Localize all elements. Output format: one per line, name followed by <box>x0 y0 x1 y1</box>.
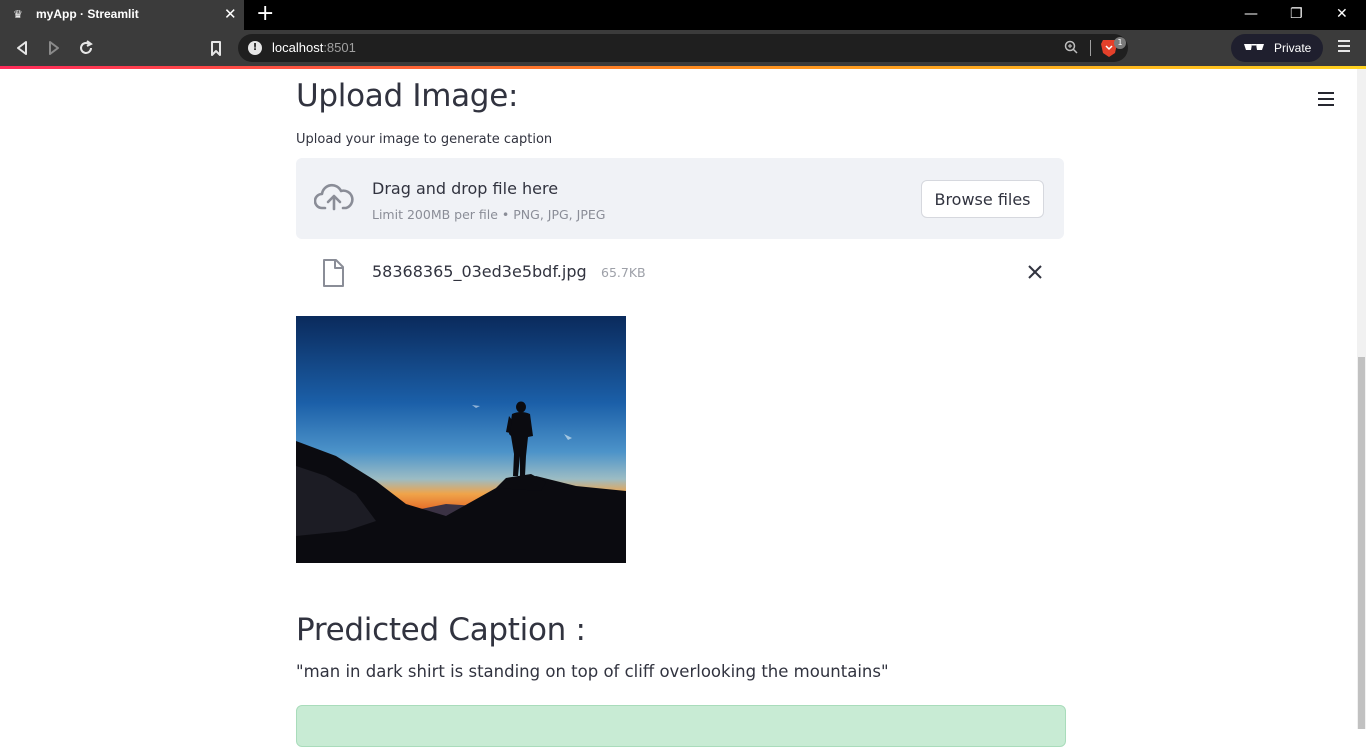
address-separator <box>1090 40 1091 56</box>
bookmark-icon[interactable] <box>207 39 225 57</box>
minimize-icon[interactable]: — <box>1244 6 1258 22</box>
reload-icon[interactable] <box>77 39 95 57</box>
browser-menu-icon[interactable] <box>1338 40 1350 54</box>
tab-title: myApp · Streamlit <box>36 7 139 21</box>
url-host: localhost <box>272 40 324 55</box>
page-scrollbar[interactable] <box>1357 69 1366 729</box>
back-icon[interactable] <box>13 39 31 57</box>
streamlit-crown-icon: ♛ <box>13 8 23 21</box>
upload-heading: Upload Image: <box>296 78 519 114</box>
restore-icon[interactable]: ❐ <box>1290 6 1303 22</box>
scrollbar-thumb[interactable] <box>1358 357 1365 729</box>
file-icon <box>323 259 344 287</box>
private-glasses-icon <box>1244 44 1264 50</box>
remove-file-icon[interactable] <box>1026 263 1044 281</box>
zoom-icon[interactable] <box>1064 40 1078 54</box>
close-tab-icon[interactable]: ✕ <box>224 7 237 22</box>
uploaded-file-row: 58368365_03ed3e5bdf.jpg 65.7KB <box>296 252 1064 294</box>
streamlit-menu-icon[interactable] <box>1318 92 1334 106</box>
url-port: :8501 <box>323 40 356 55</box>
site-info-icon[interactable]: ! <box>248 41 262 55</box>
private-label: Private <box>1274 41 1312 55</box>
cloud-upload-icon <box>314 183 354 211</box>
new-tab-button[interactable]: + <box>256 3 274 25</box>
url-text: localhost:8501 <box>272 40 356 55</box>
caption-heading: Predicted Caption : <box>296 612 586 648</box>
success-alert <box>296 705 1066 747</box>
address-bar[interactable]: ! localhost:8501 1 <box>238 34 1128 62</box>
dropzone-title: Drag and drop file here <box>372 179 559 198</box>
browse-files-button[interactable]: Browse files <box>921 180 1044 218</box>
browser-tab[interactable]: ♛ myApp · Streamlit ✕ <box>0 0 244 30</box>
window-accent-line <box>0 66 1366 69</box>
uploaded-file-size: 65.7KB <box>601 265 646 280</box>
dropzone-limit-text: Limit 200MB per file • PNG, JPG, JPEG <box>372 207 606 222</box>
private-window-badge[interactable]: Private <box>1231 34 1323 62</box>
file-dropzone[interactable]: Drag and drop file here Limit 200MB per … <box>296 158 1064 239</box>
predicted-caption-text: "man in dark shirt is standing on top of… <box>296 662 889 681</box>
shield-count-badge: 1 <box>1114 37 1126 49</box>
uploaded-file-name: 58368365_03ed3e5bdf.jpg <box>372 262 587 281</box>
uploader-label: Upload your image to generate caption <box>296 132 553 147</box>
forward-icon[interactable] <box>45 39 63 57</box>
uploaded-image-preview <box>296 316 626 563</box>
window-close-icon[interactable]: ✕ <box>1336 6 1348 22</box>
browser-tab-bar: ♛ myApp · Streamlit ✕ + — ❐ ✕ <box>0 0 1366 30</box>
